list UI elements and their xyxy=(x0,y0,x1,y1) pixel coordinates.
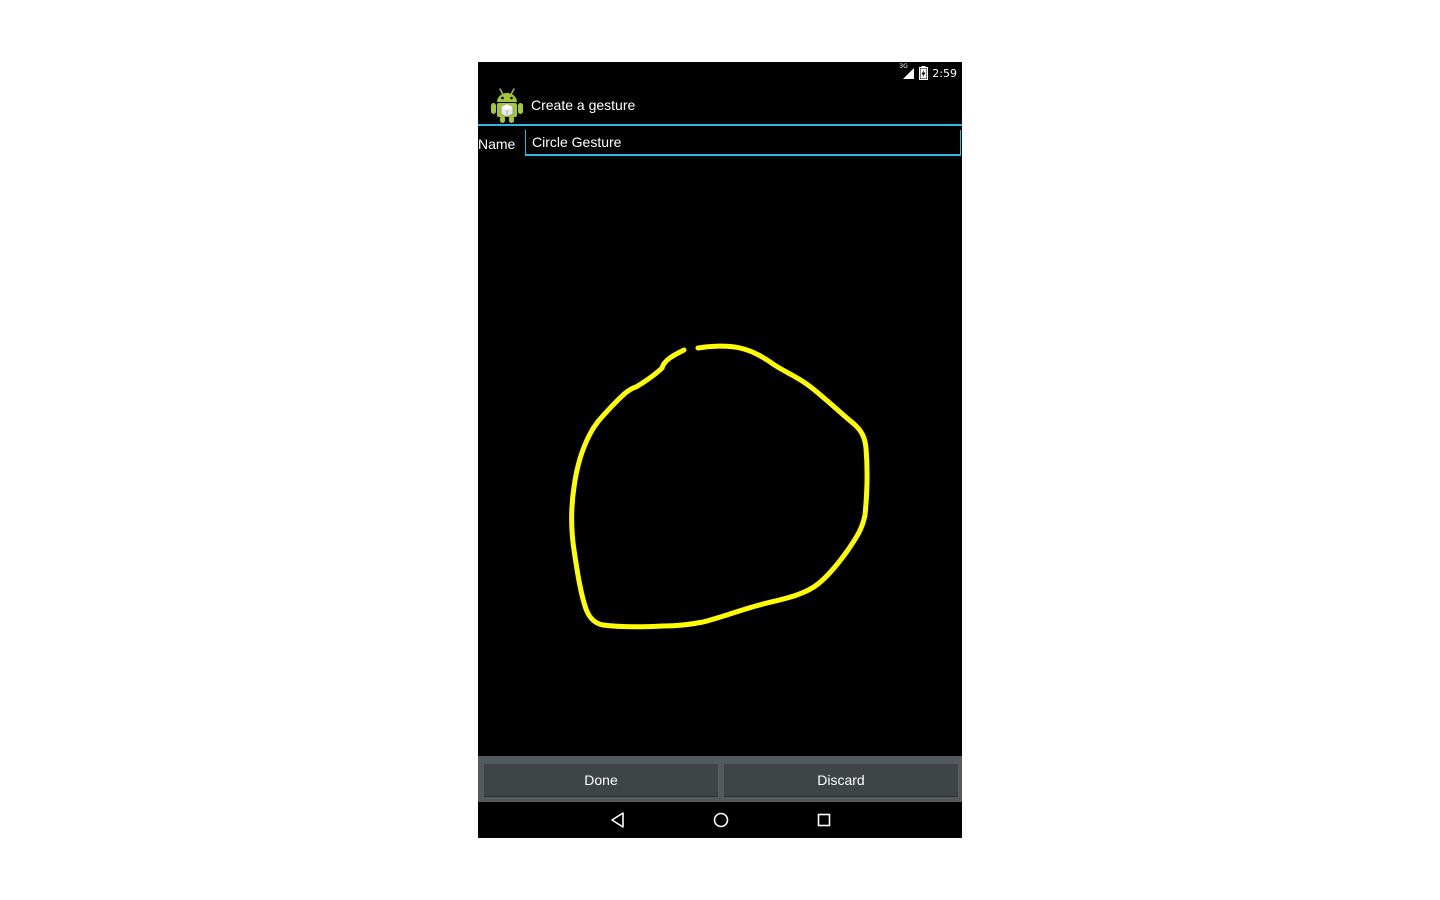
discard-button[interactable]: Discard xyxy=(724,764,958,797)
name-row: Name xyxy=(478,130,962,160)
action-bar: Create a gesture xyxy=(478,84,962,126)
gesture-stroke xyxy=(569,343,870,630)
signal-3g-icon: 3G xyxy=(899,63,915,80)
back-triangle-icon[interactable] xyxy=(606,808,630,832)
gesture-stroke-svg xyxy=(569,343,870,630)
home-circle-icon[interactable] xyxy=(709,808,733,832)
page-title: Create a gesture xyxy=(531,97,636,113)
device-screen: 3G 2:59 Create a gesture Name Circle Ges… xyxy=(478,62,962,838)
navigation-bar xyxy=(478,802,962,838)
gesture-name-input[interactable] xyxy=(525,130,961,156)
status-bar: 3G 2:59 xyxy=(478,62,962,84)
battery-charging-icon xyxy=(919,66,929,80)
recents-square-icon[interactable] xyxy=(812,808,836,832)
gesture-canvas[interactable] xyxy=(478,160,962,756)
name-label: Name xyxy=(478,136,516,152)
status-icons: 3G 2:59 xyxy=(899,63,957,81)
android-robot-icon[interactable] xyxy=(489,86,525,124)
done-button[interactable]: Done xyxy=(484,764,718,797)
status-time: 2:59 xyxy=(932,66,957,80)
button-bar: Done Discard xyxy=(478,756,962,802)
